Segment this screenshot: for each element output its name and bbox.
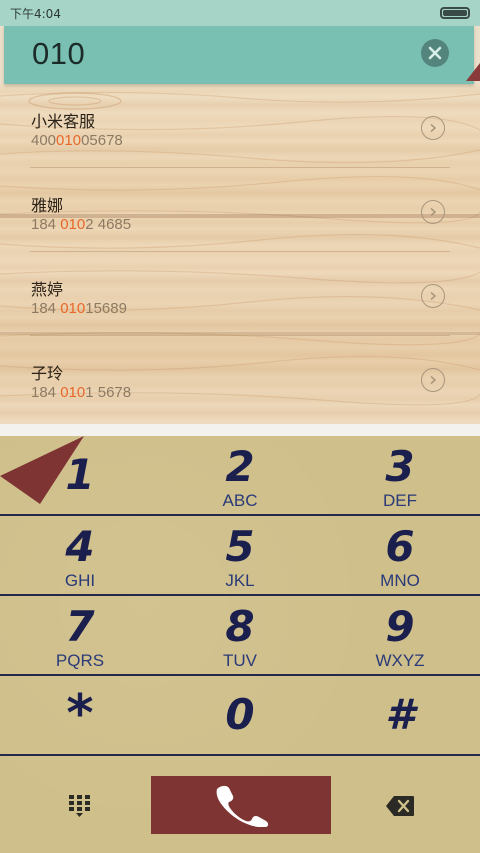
keypad-row: 1 2 ABC 3 DEF — [0, 436, 480, 516]
key-digit: 9 — [385, 602, 415, 651]
keypad-row: * 0 # — [0, 676, 480, 756]
action-row — [0, 758, 480, 853]
key-letters: MNO — [380, 571, 420, 590]
clear-number-button[interactable] — [421, 39, 449, 67]
key-letters: GHI — [64, 571, 96, 590]
key-1[interactable]: 1 — [0, 436, 160, 514]
key-digit: 4 — [65, 522, 95, 571]
battery-icon — [440, 7, 470, 19]
contact-number: 40001005678 — [31, 132, 123, 149]
key-9[interactable]: 9 WXYZ — [320, 596, 480, 674]
key-2[interactable]: 2 ABC — [160, 436, 320, 514]
battery-level — [443, 10, 467, 16]
matched-digits: 010 — [60, 384, 86, 401]
phone-handset-icon — [216, 785, 269, 827]
matched-digits: 010 — [60, 216, 86, 233]
clear-circle-x-icon — [428, 46, 442, 60]
key-5[interactable]: 5 JKL — [160, 516, 320, 594]
key-digit: 2 — [225, 442, 255, 491]
contact-row[interactable]: 雅娜 184 0102 4685 — [0, 168, 480, 252]
contact-number: 184 0101 5678 — [31, 384, 132, 401]
key-digit: 3 — [385, 442, 415, 491]
key-digit: 8 — [225, 602, 255, 651]
key-digit: 6 — [385, 522, 415, 571]
contact-name: 子玲 — [31, 364, 64, 383]
key-digit: # — [385, 690, 415, 739]
key-digit: 1 — [65, 450, 95, 499]
key-3[interactable]: 3 DEF — [320, 436, 480, 514]
key-letters: JKL — [225, 571, 255, 590]
contact-detail-button[interactable] — [421, 368, 445, 392]
dial-keypad: 1 2 ABC 3 DEF 4 GHI 5 JKL 6 MNO 7 PQRS 8… — [0, 436, 480, 853]
key-letters: PQRS — [55, 651, 105, 670]
key-letters: ABC — [222, 491, 258, 510]
chevron-right-icon — [430, 291, 437, 301]
contact-row[interactable]: 子玲 184 0101 5678 — [0, 336, 480, 420]
corner-flap — [466, 63, 480, 81]
dialed-number: 010 — [32, 36, 86, 71]
contact-name: 小米客服 — [31, 112, 96, 131]
contact-name: 雅娜 — [31, 196, 64, 215]
contact-list: 小米客服 40001005678 雅娜 184 0102 4685 燕婷 184… — [0, 84, 480, 424]
chevron-right-icon — [430, 207, 437, 217]
key-star[interactable]: * — [0, 676, 160, 754]
contact-detail-button[interactable] — [421, 284, 445, 308]
contact-detail-button[interactable] — [421, 200, 445, 224]
key-digit: 0 — [225, 690, 255, 739]
keypad-row: 4 GHI 5 JKL 6 MNO — [0, 516, 480, 596]
key-8[interactable]: 8 TUV — [160, 596, 320, 674]
call-button[interactable] — [151, 776, 331, 834]
contact-number: 184 01015689 — [31, 300, 127, 317]
contact-number: 184 0102 4685 — [31, 216, 132, 233]
backspace-icon — [386, 796, 414, 816]
status-time: 下午4:04 — [10, 6, 61, 21]
separator-strip — [0, 424, 480, 436]
contact-row[interactable]: 小米客服 40001005678 — [0, 84, 480, 168]
key-0[interactable]: 0 — [160, 676, 320, 754]
key-4[interactable]: 4 GHI — [0, 516, 160, 594]
number-display: 010 — [4, 26, 474, 84]
key-hash[interactable]: # — [320, 676, 480, 754]
key-digit: * — [66, 684, 94, 744]
chevron-right-icon — [430, 375, 437, 385]
keypad-row: 7 PQRS 8 TUV 9 WXYZ — [0, 596, 480, 676]
key-digit: 7 — [65, 602, 95, 651]
matched-digits: 010 — [56, 132, 82, 149]
contact-row[interactable]: 燕婷 184 01015689 — [0, 252, 480, 336]
chevron-right-icon — [430, 123, 437, 133]
key-letters: DEF — [383, 491, 417, 510]
backspace-button[interactable] — [380, 786, 420, 826]
dialpad-toggle-button[interactable] — [60, 786, 100, 826]
key-letters: WXYZ — [375, 651, 425, 670]
status-bar: 下午4:04 — [0, 0, 480, 26]
key-6[interactable]: 6 MNO — [320, 516, 480, 594]
key-letters: TUV — [223, 651, 257, 670]
contact-detail-button[interactable] — [421, 116, 445, 140]
key-7[interactable]: 7 PQRS — [0, 596, 160, 674]
key-digit: 5 — [225, 522, 255, 571]
contact-name: 燕婷 — [31, 280, 64, 299]
matched-digits: 010 — [60, 300, 86, 317]
dialpad-grid-icon — [69, 795, 90, 817]
